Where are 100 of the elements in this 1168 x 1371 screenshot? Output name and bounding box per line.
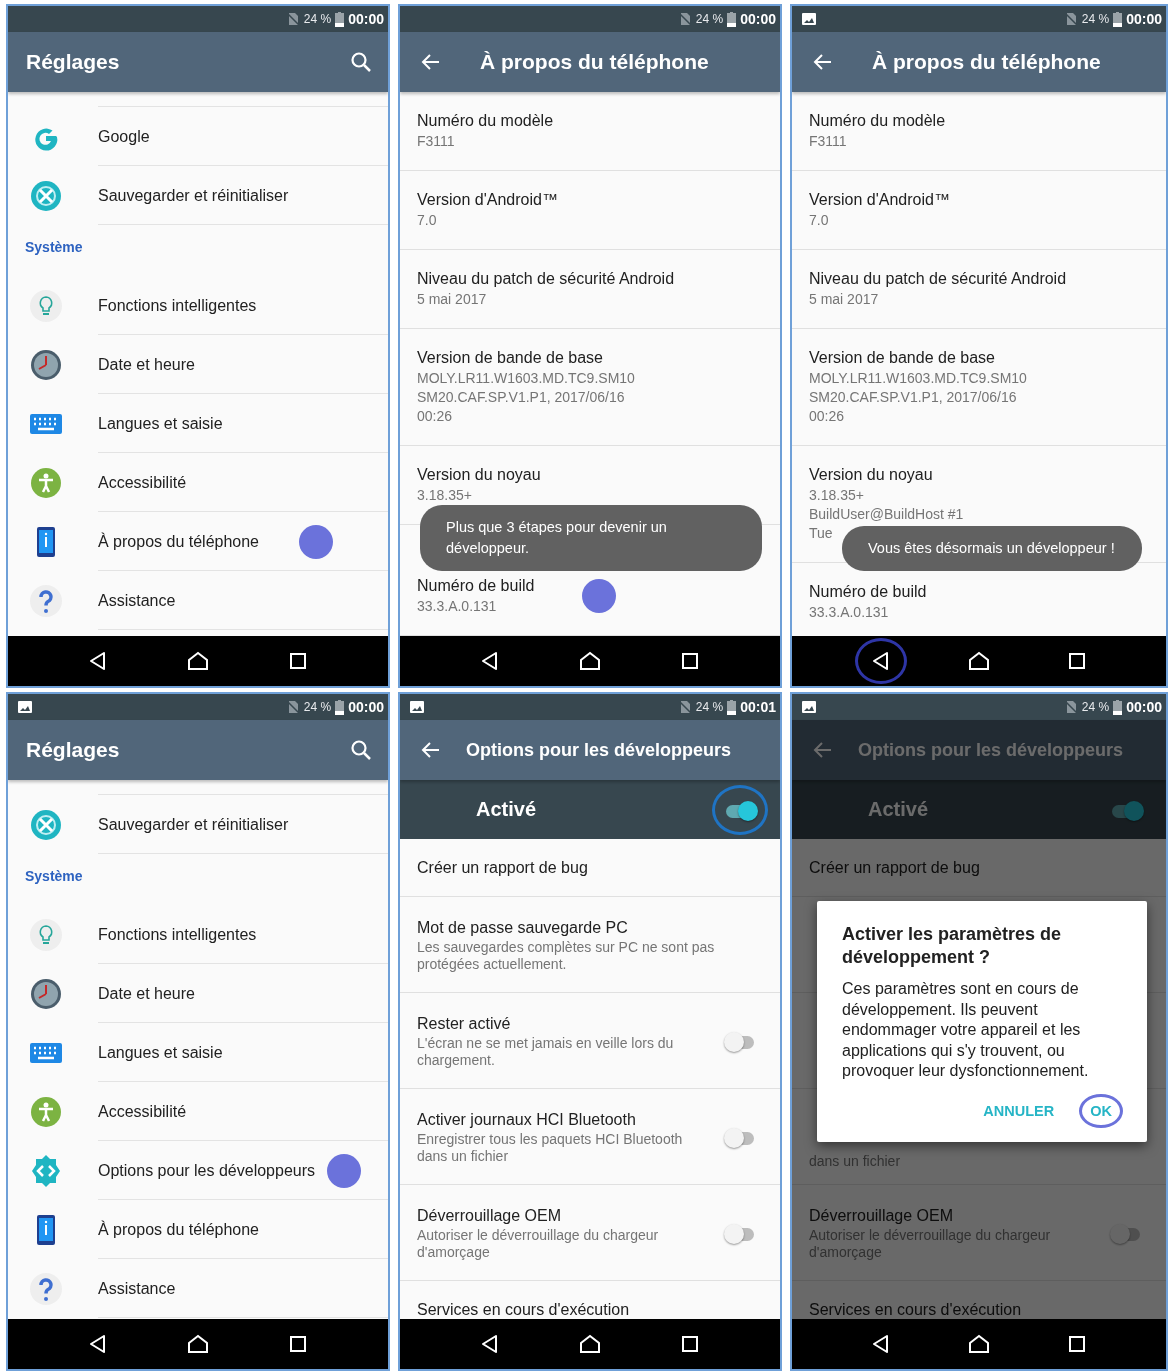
entry-title: Version de bande de base — [417, 348, 604, 368]
entry-value: 00:26 — [417, 407, 454, 426]
entry-title: Version du noyau — [417, 465, 541, 485]
option-title: Services en cours d'exécution — [809, 1299, 1023, 1319]
square-icon — [289, 652, 307, 670]
battery-percent: 24 % — [1081, 700, 1110, 714]
clock-time: 00:00 — [1126, 11, 1162, 27]
search-icon — [350, 51, 372, 73]
entry-title: Numéro de build — [417, 576, 535, 596]
entry-value: MOLY.LR11.W1603.MD.TC9.SM10 — [809, 369, 1027, 388]
screen-title: Options pour les développeurs — [466, 739, 733, 761]
message-toast: Vous êtes désormais un développeur ! — [842, 526, 1142, 571]
battery-icon — [335, 11, 345, 27]
home-icon — [187, 651, 209, 671]
option-row[interactable]: Déverrouillage OEM Autoriser le déverrouillage du chargeur d'amorçage — [792, 1185, 1166, 1281]
home-icon — [187, 1334, 209, 1354]
settings-item[interactable]: Assistance — [8, 1259, 388, 1318]
switch-label: Activé — [476, 798, 538, 821]
option-row[interactable]: Mot de passe sauvegarde PC Les sauvegardes complètes sur PC ne sont pas protégées actuellement. — [400, 897, 780, 993]
entry-value: BuildUser@BuildHost #1 — [809, 505, 964, 524]
entry-value: 5 mai 2017 — [417, 290, 488, 309]
entry-title: Numéro de build — [809, 582, 927, 602]
option-row[interactable]: Créer un rapport de bug — [400, 839, 780, 897]
entry-value: MOLY.LR11.W1603.MD.TC9.SM10 — [417, 369, 635, 388]
entry-value: 7.0 — [809, 211, 830, 230]
image-icon — [802, 701, 816, 713]
battery-icon — [1113, 11, 1123, 27]
option-title: Rester activé — [417, 1013, 512, 1034]
developer-options-icon — [29, 1153, 63, 1188]
toggle-switch[interactable] — [712, 784, 768, 835]
square-icon — [289, 1335, 307, 1353]
entry-title: Version d'Android™ — [809, 190, 950, 210]
entry-value: 3.18.35+ — [417, 486, 473, 505]
option-row[interactable]: Déverrouillage OEM Autoriser le déverrouillage du chargeur d'amorçage — [400, 1185, 780, 1281]
settings-item[interactable]: À propos du téléphone — [8, 512, 388, 571]
settings-item[interactable]: Sauvegarder et réinitialiser — [8, 795, 388, 854]
battery-percent: 24 % — [1081, 12, 1110, 26]
battery-percent: 24 % — [695, 700, 724, 714]
battery-percent: 24 % — [695, 12, 724, 26]
battery-icon — [727, 11, 737, 27]
entry-title: Version d'Android™ — [417, 190, 558, 210]
settings-item[interactable]: Date et heure — [8, 964, 388, 1023]
settings-item[interactable]: Accessibilité — [8, 453, 388, 512]
back-arrow-icon — [812, 53, 832, 71]
lightbulb-icon — [29, 917, 63, 952]
entry-value: 5 mai 2017 — [809, 290, 880, 309]
entry-value: 33.3.A.0.131 — [809, 603, 890, 622]
settings-item[interactable]: Accessibilité — [8, 1082, 388, 1141]
option-description: Les sauvegardes complètes sur PC ne sont pas protégées actuellement. — [417, 938, 716, 973]
entry-value: SM20.CAF.SP.V1.P1, 2017/06/16 — [417, 388, 626, 407]
battery-icon — [335, 699, 345, 715]
settings-item[interactable]: Sauvegarder et réinitialiser — [8, 166, 388, 225]
option-row[interactable]: Rester activé L'écran ne se met jamais en veille lors du chargement. — [400, 993, 780, 1089]
image-icon — [802, 13, 816, 25]
settings-item[interactable]: Assistance — [8, 571, 388, 630]
square-icon — [681, 1335, 699, 1353]
settings-item[interactable]: Fonctions intelligentes — [8, 276, 388, 335]
option-title: Services en cours d'exécution — [417, 1299, 631, 1319]
option-description: Enregistrer tous les paquets HCI Bluetooth dans un fichier — [417, 1130, 684, 1165]
option-row[interactable]: Créer un rapport de bug — [792, 839, 1166, 897]
clock-icon — [29, 976, 63, 1011]
settings-item[interactable]: Date et heure — [8, 335, 388, 394]
settings-item[interactable]: À propos du téléphone — [8, 1200, 388, 1259]
square-icon — [1068, 1335, 1086, 1353]
touch-indicator — [327, 1153, 362, 1188]
search-icon — [350, 739, 372, 761]
image-icon — [410, 701, 424, 713]
back-triangle-icon — [480, 1334, 500, 1354]
entry-value: 3.18.35+ — [809, 486, 865, 505]
backup-icon — [29, 807, 63, 842]
back-triangle-icon — [871, 651, 891, 671]
back-nav-button[interactable] — [855, 638, 907, 684]
section-header: Système — [24, 238, 84, 257]
touch-indicator — [582, 578, 617, 613]
settings-item[interactable]: Langues et saisie — [8, 394, 388, 453]
settings-item[interactable]: Fonctions intelligentes — [8, 905, 388, 964]
message-toast: Plus que 3 étapes pour devenir un développeur. — [420, 505, 762, 571]
home-icon — [579, 651, 601, 671]
entry-value: 00:26 — [809, 407, 846, 426]
settings-item[interactable]: Options pour les développeurs — [8, 1141, 388, 1200]
battery-icon — [1113, 699, 1123, 715]
help-icon — [29, 583, 63, 618]
clock-time: 00:01 — [740, 699, 776, 715]
option-description: Autoriser le déverrouillage du chargeur d'amorçage — [417, 1226, 660, 1261]
lightbulb-icon — [29, 288, 63, 323]
screen-title: À propos du téléphone — [480, 50, 710, 74]
option-title: Créer un rapport de bug — [809, 857, 981, 878]
accessibility-icon — [29, 1094, 63, 1129]
battery-percent: 24 % — [303, 700, 332, 714]
option-row[interactable]: Activer journaux HCI Bluetooth Enregistrer tous les paquets HCI Bluetooth dans un fichier — [400, 1089, 780, 1185]
entry-title: Numéro du modèle — [417, 111, 554, 131]
dialog-message: Ces paramètres sont en cours de développement. Ils peuvent endommager votre appareil et les applications qui s'y trouvent, ou provoquer leur dysfonctionnement. — [842, 979, 1090, 1081]
entry-title: Version du noyau — [809, 465, 934, 485]
settings-item[interactable]: Google — [8, 107, 388, 166]
help-icon — [29, 1271, 63, 1306]
settings-item[interactable]: Langues et saisie — [8, 1023, 388, 1082]
square-icon — [1068, 652, 1086, 670]
back-triangle-icon — [88, 1334, 108, 1354]
clock-time: 00:00 — [348, 699, 384, 715]
option-title: Déverrouillage OEM — [417, 1205, 563, 1226]
